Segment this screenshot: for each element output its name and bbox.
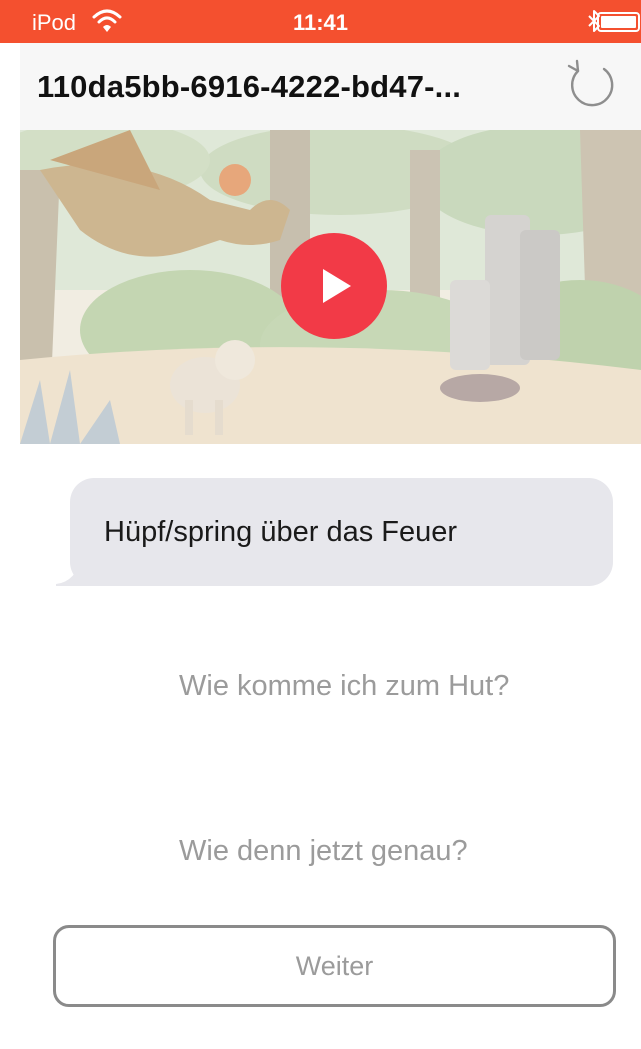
- left-margin: [0, 43, 20, 1049]
- continue-button[interactable]: Weiter: [53, 925, 616, 1007]
- battery-icon: [597, 12, 640, 32]
- play-icon: [323, 269, 351, 303]
- message-bubble: Hüpf/spring über das Feuer: [70, 478, 613, 586]
- clock: 11:41: [292, 10, 349, 35]
- status-bar: iPod 11:41: [0, 0, 641, 43]
- option-how-exactly[interactable]: Wie denn jetzt genau?: [179, 835, 468, 868]
- nav-bar: 110da5bb-6916-4222-bd47-...: [0, 43, 641, 131]
- play-button[interactable]: [281, 233, 387, 339]
- option-how-to-hat[interactable]: Wie komme ich zum Hut?: [179, 670, 509, 703]
- message-text: Hüpf/spring über das Feuer: [104, 516, 458, 548]
- video-player[interactable]: [20, 130, 641, 444]
- app-screen: iPod 11:41 110da5bb-6916-4222-bd47-... H…: [0, 0, 641, 1049]
- page-title: 110da5bb-6916-4222-bd47-...: [37, 69, 462, 104]
- reset-icon[interactable]: [562, 57, 620, 115]
